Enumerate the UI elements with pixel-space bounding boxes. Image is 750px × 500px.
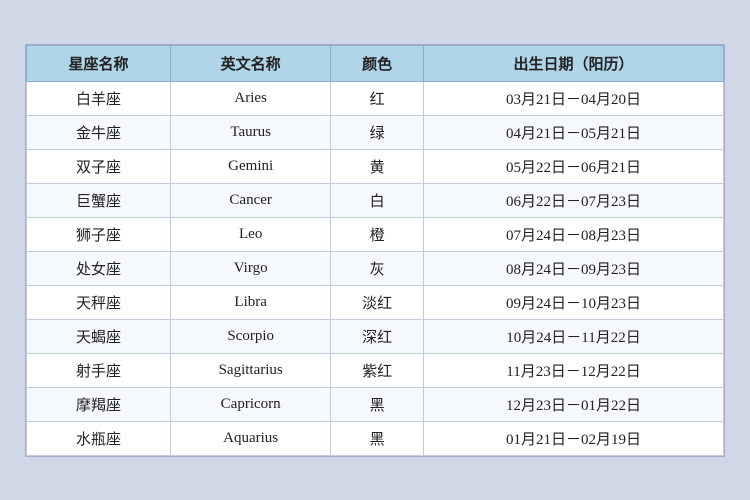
cell-dates: 08月24日－09月23日: [424, 251, 724, 285]
cell-chinese-name: 射手座: [27, 353, 171, 387]
cell-color: 红: [331, 81, 424, 115]
table-row: 双子座Gemini黄05月22日－06月21日: [27, 149, 724, 183]
cell-dates: 11月23日－12月22日: [424, 353, 724, 387]
cell-english-name: Sagittarius: [171, 353, 331, 387]
cell-chinese-name: 双子座: [27, 149, 171, 183]
table-row: 巨蟹座Cancer白06月22日－07月23日: [27, 183, 724, 217]
cell-color: 黄: [331, 149, 424, 183]
cell-color: 橙: [331, 217, 424, 251]
table-row: 天秤座Libra淡红09月24日－10月23日: [27, 285, 724, 319]
cell-chinese-name: 金牛座: [27, 115, 171, 149]
cell-english-name: Leo: [171, 217, 331, 251]
cell-english-name: Cancer: [171, 183, 331, 217]
cell-dates: 10月24日－11月22日: [424, 319, 724, 353]
cell-english-name: Capricorn: [171, 387, 331, 421]
table-row: 水瓶座Aquarius黑01月21日－02月19日: [27, 421, 724, 455]
table-header-row: 星座名称 英文名称 颜色 出生日期（阳历）: [27, 45, 724, 81]
cell-chinese-name: 水瓶座: [27, 421, 171, 455]
cell-color: 黑: [331, 387, 424, 421]
table-row: 白羊座Aries红03月21日－04月20日: [27, 81, 724, 115]
table-row: 金牛座Taurus绿04月21日－05月21日: [27, 115, 724, 149]
cell-english-name: Scorpio: [171, 319, 331, 353]
cell-dates: 05月22日－06月21日: [424, 149, 724, 183]
zodiac-table-wrapper: 星座名称 英文名称 颜色 出生日期（阳历） 白羊座Aries红03月21日－04…: [25, 44, 725, 457]
zodiac-table: 星座名称 英文名称 颜色 出生日期（阳历） 白羊座Aries红03月21日－04…: [26, 45, 724, 456]
table-row: 摩羯座Capricorn黑12月23日－01月22日: [27, 387, 724, 421]
cell-chinese-name: 巨蟹座: [27, 183, 171, 217]
cell-english-name: Aries: [171, 81, 331, 115]
cell-english-name: Virgo: [171, 251, 331, 285]
cell-chinese-name: 天秤座: [27, 285, 171, 319]
cell-dates: 04月21日－05月21日: [424, 115, 724, 149]
cell-dates: 12月23日－01月22日: [424, 387, 724, 421]
cell-chinese-name: 摩羯座: [27, 387, 171, 421]
cell-color: 绿: [331, 115, 424, 149]
header-chinese-name: 星座名称: [27, 45, 171, 81]
cell-color: 白: [331, 183, 424, 217]
cell-color: 紫红: [331, 353, 424, 387]
cell-dates: 03月21日－04月20日: [424, 81, 724, 115]
cell-chinese-name: 天蝎座: [27, 319, 171, 353]
cell-english-name: Aquarius: [171, 421, 331, 455]
cell-dates: 06月22日－07月23日: [424, 183, 724, 217]
table-body: 白羊座Aries红03月21日－04月20日金牛座Taurus绿04月21日－0…: [27, 81, 724, 455]
table-row: 狮子座Leo橙07月24日－08月23日: [27, 217, 724, 251]
table-row: 天蝎座Scorpio深红10月24日－11月22日: [27, 319, 724, 353]
cell-chinese-name: 狮子座: [27, 217, 171, 251]
cell-dates: 01月21日－02月19日: [424, 421, 724, 455]
cell-english-name: Taurus: [171, 115, 331, 149]
cell-color: 灰: [331, 251, 424, 285]
cell-color: 黑: [331, 421, 424, 455]
cell-english-name: Gemini: [171, 149, 331, 183]
table-row: 处女座Virgo灰08月24日－09月23日: [27, 251, 724, 285]
cell-dates: 09月24日－10月23日: [424, 285, 724, 319]
cell-color: 淡红: [331, 285, 424, 319]
cell-dates: 07月24日－08月23日: [424, 217, 724, 251]
cell-color: 深红: [331, 319, 424, 353]
cell-english-name: Libra: [171, 285, 331, 319]
table-row: 射手座Sagittarius紫红11月23日－12月22日: [27, 353, 724, 387]
cell-chinese-name: 处女座: [27, 251, 171, 285]
header-dates: 出生日期（阳历）: [424, 45, 724, 81]
header-english-name: 英文名称: [171, 45, 331, 81]
cell-chinese-name: 白羊座: [27, 81, 171, 115]
header-color: 颜色: [331, 45, 424, 81]
